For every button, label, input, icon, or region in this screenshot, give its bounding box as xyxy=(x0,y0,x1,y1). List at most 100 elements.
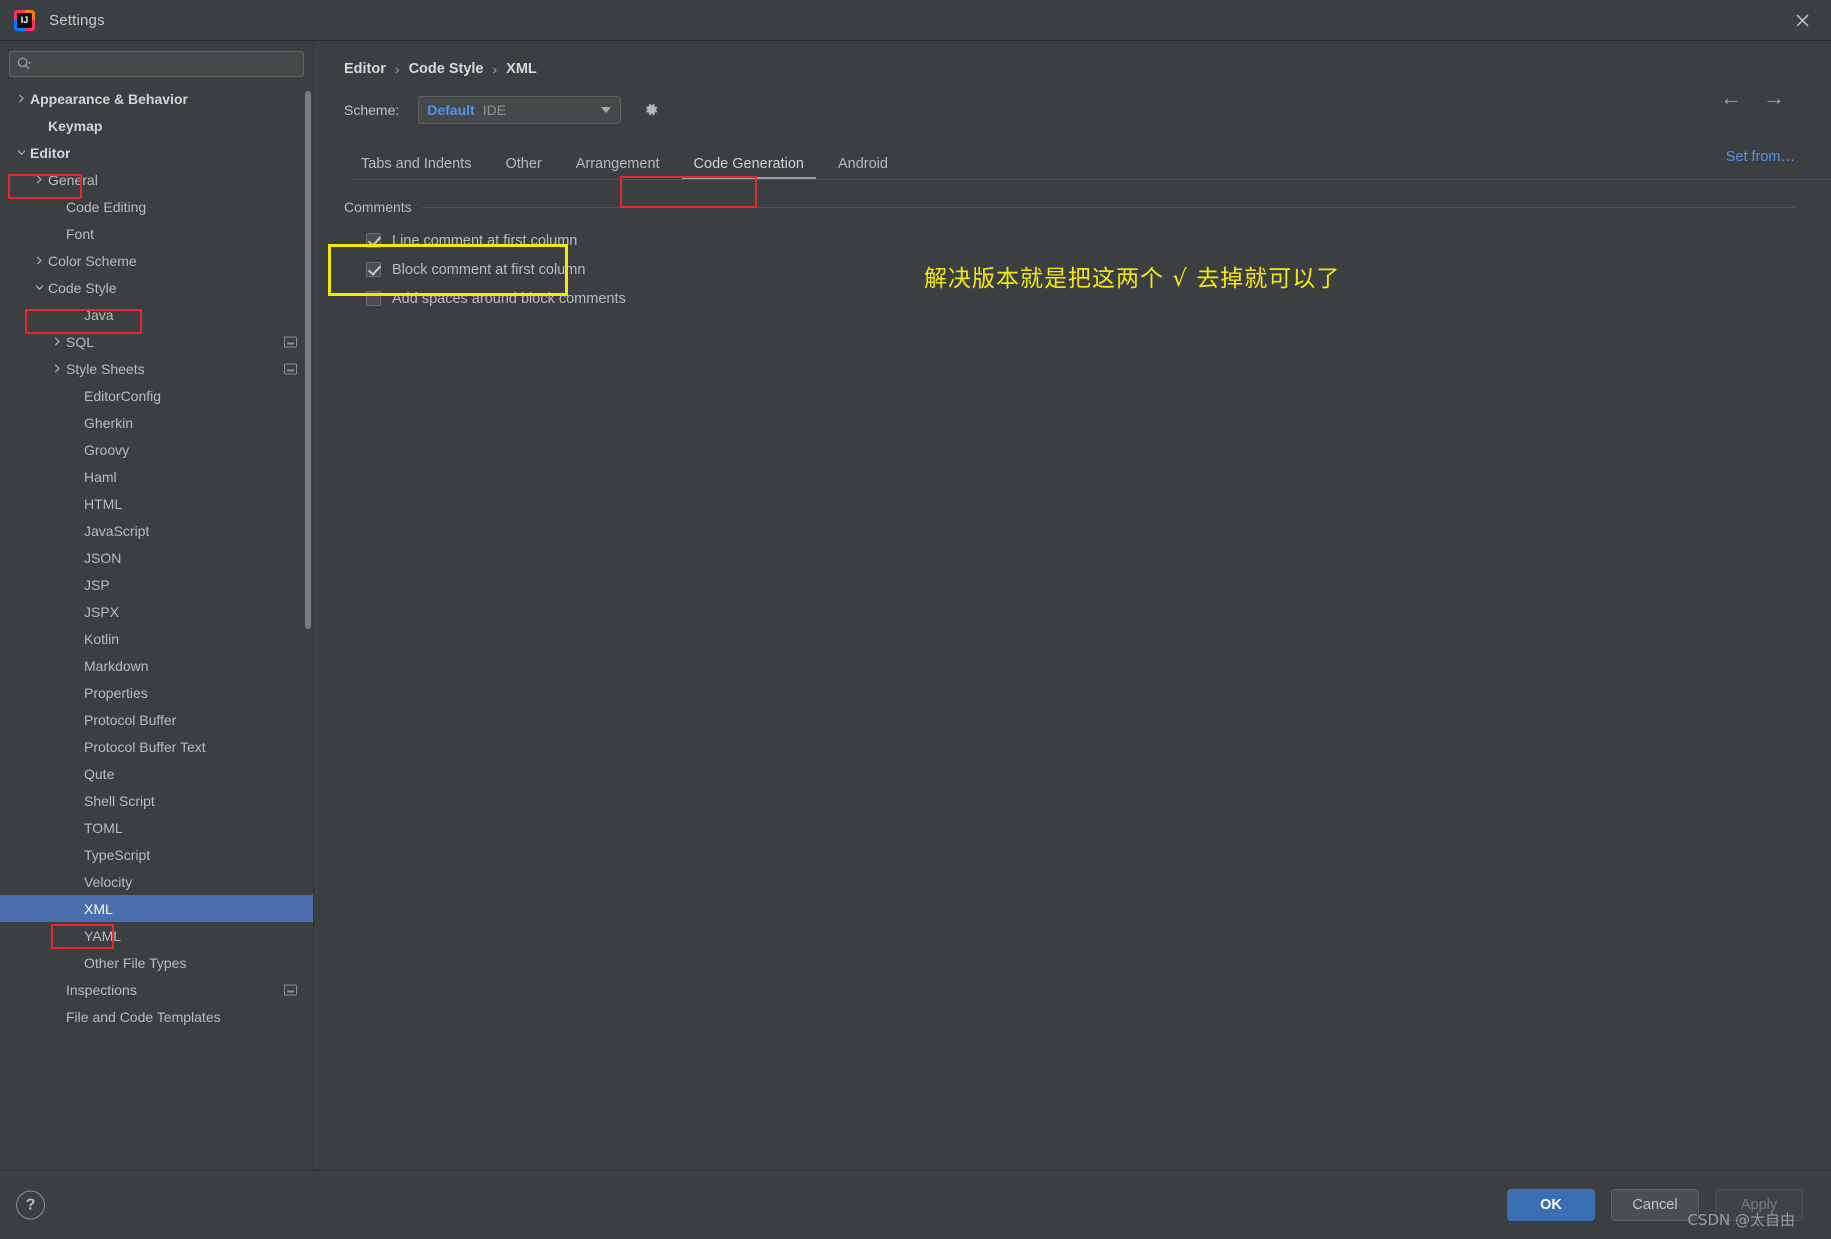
arrow-left-icon[interactable]: ← xyxy=(1720,87,1742,109)
tab-code-generation[interactable]: Code Generation xyxy=(677,156,821,180)
arrow-right-icon[interactable]: → xyxy=(1763,87,1785,109)
checkbox-line-comment-at-first-column[interactable] xyxy=(366,233,381,248)
sidebar-item-label: YAML xyxy=(84,927,122,944)
close-icon[interactable] xyxy=(1791,9,1813,31)
sidebar-item-gherkin[interactable]: Gherkin xyxy=(0,409,313,436)
sidebar-item-label: JSON xyxy=(84,549,122,566)
chevron-down-icon[interactable] xyxy=(30,283,48,292)
breadcrumb-item-code-style[interactable]: Code Style xyxy=(409,61,484,77)
sidebar-item-general[interactable]: General xyxy=(0,166,313,193)
sidebar-item-appearance-behavior[interactable]: Appearance & Behavior xyxy=(0,85,313,112)
sidebar-item-properties[interactable]: Properties xyxy=(0,679,313,706)
sidebar-item-shell-script[interactable]: Shell Script xyxy=(0,787,313,814)
breadcrumb-separator: › xyxy=(492,61,498,77)
sidebar-item-jspx[interactable]: JSPX xyxy=(0,598,313,625)
search-input[interactable] xyxy=(32,56,297,72)
sidebar-item-label: Gherkin xyxy=(84,414,134,431)
sidebar-item-html[interactable]: HTML xyxy=(0,490,313,517)
panel-indicator-icon xyxy=(284,984,297,995)
sidebar-item-label: JSPX xyxy=(84,603,120,620)
sidebar-item-yaml[interactable]: YAML xyxy=(0,922,313,949)
annotation-text: 解决版本就是把这两个 √ 去掉就可以了 xyxy=(924,266,1341,292)
sidebar-item-label: XML xyxy=(84,900,113,917)
question-mark-icon[interactable]: ? xyxy=(16,1190,45,1220)
sidebar-item-inspections[interactable]: Inspections xyxy=(0,976,313,1003)
sidebar-item-typescript[interactable]: TypeScript xyxy=(0,841,313,868)
breadcrumb-item-editor[interactable]: Editor xyxy=(344,61,386,77)
chevron-right-icon[interactable] xyxy=(48,364,66,373)
sidebar-item-other-file-types[interactable]: Other File Types xyxy=(0,949,313,976)
footer-bar: ? OK Cancel Apply CSDN @太自由 xyxy=(0,1170,1831,1239)
tab-android[interactable]: Android xyxy=(821,156,905,180)
checkbox-row[interactable]: Line comment at first column xyxy=(344,226,1831,255)
sidebar-item-xml[interactable]: XML xyxy=(0,895,313,922)
sidebar-item-label: HTML xyxy=(84,495,123,512)
settings-tree[interactable]: Appearance & Behavior Keymap Editor General… xyxy=(0,83,313,1170)
gear-icon[interactable] xyxy=(639,99,661,121)
sidebar-item-label: Keymap xyxy=(48,117,103,134)
sidebar-item-qute[interactable]: Qute xyxy=(0,760,313,787)
sidebar-item-label: EditorConfig xyxy=(84,387,162,404)
sidebar-item-code-editing[interactable]: Code Editing xyxy=(0,193,313,220)
window-body: Appearance & Behavior Keymap Editor General… xyxy=(0,41,1831,1170)
sidebar-item-toml[interactable]: TOML xyxy=(0,814,313,841)
sidebar-item-markdown[interactable]: Markdown xyxy=(0,652,313,679)
sidebar-item-label: Code Style xyxy=(48,279,117,296)
sidebar-item-java[interactable]: Java xyxy=(0,301,313,328)
sidebar-item-style-sheets[interactable]: Style Sheets xyxy=(0,355,313,382)
sidebar-item-label: General xyxy=(48,171,98,188)
sidebar-item-label: Editor xyxy=(30,144,71,161)
sidebar-item-velocity[interactable]: Velocity xyxy=(0,868,313,895)
chevron-down-icon[interactable] xyxy=(12,148,30,157)
chevron-right-icon[interactable] xyxy=(30,175,48,184)
tab-label: Other xyxy=(505,156,542,172)
sidebar-item-javascript[interactable]: JavaScript xyxy=(0,517,313,544)
sidebar-item-groovy[interactable]: Groovy xyxy=(0,436,313,463)
ok-button[interactable]: OK xyxy=(1507,1189,1595,1221)
sidebar-item-label: Velocity xyxy=(84,873,133,890)
checkbox-add-spaces-around-block-comments[interactable] xyxy=(366,291,381,306)
cancel-button[interactable]: Cancel xyxy=(1611,1189,1699,1221)
tab-other[interactable]: Other xyxy=(488,156,558,180)
sidebar-item-code-style[interactable]: Code Style xyxy=(0,274,313,301)
sidebar-item-jsp[interactable]: JSP xyxy=(0,571,313,598)
navigation-arrows: ← → xyxy=(1720,87,1785,109)
sidebar-item-kotlin[interactable]: Kotlin xyxy=(0,625,313,652)
sidebar-item-haml[interactable]: Haml xyxy=(0,463,313,490)
sidebar-item-label: Haml xyxy=(84,468,117,485)
search-box[interactable] xyxy=(9,51,304,77)
sidebar-item-color-scheme[interactable]: Color Scheme xyxy=(0,247,313,274)
scheme-label: Scheme: xyxy=(344,101,400,118)
chevron-right-icon[interactable] xyxy=(12,94,30,103)
tab-label: Android xyxy=(837,156,888,172)
sidebar-item-label: Qute xyxy=(84,765,115,782)
sidebar-item-keymap[interactable]: Keymap xyxy=(0,112,313,139)
sidebar-item-editor[interactable]: Editor xyxy=(0,139,313,166)
sidebar-item-label: Java xyxy=(84,306,114,323)
settings-sidebar: Appearance & Behavior Keymap Editor General… xyxy=(0,41,314,1170)
sidebar-item-protocol-buffer[interactable]: Protocol Buffer xyxy=(0,706,313,733)
apply-button: Apply xyxy=(1715,1189,1803,1221)
title-bar: IJ Settings xyxy=(0,0,1831,41)
tab-tabs-and-indents[interactable]: Tabs and Indents xyxy=(344,156,488,180)
sidebar-item-editorconfig[interactable]: EditorConfig xyxy=(0,382,313,409)
sidebar-item-font[interactable]: Font xyxy=(0,220,313,247)
checkbox-block-comment-at-first-column[interactable] xyxy=(366,262,381,277)
sidebar-item-sql[interactable]: SQL xyxy=(0,328,313,355)
breadcrumb: Editor › Code Style › XML xyxy=(344,41,1831,81)
sidebar-item-label: SQL xyxy=(66,333,95,350)
tab-arrangement[interactable]: Arrangement xyxy=(559,156,677,180)
sidebar-item-file-and-code-templates[interactable]: File and Code Templates xyxy=(0,1003,313,1030)
sidebar-item-protocol-buffer-text[interactable]: Protocol Buffer Text xyxy=(0,733,313,760)
sidebar-item-label: Other File Types xyxy=(84,954,187,971)
chevron-right-icon[interactable] xyxy=(48,337,66,346)
sidebar-item-label: JavaScript xyxy=(84,522,150,539)
chevron-right-icon[interactable] xyxy=(30,256,48,265)
scheme-dropdown[interactable]: Default IDE xyxy=(418,95,622,124)
sidebar-item-label: Shell Script xyxy=(84,792,155,809)
window-title: Settings xyxy=(49,11,105,29)
sidebar-item-json[interactable]: JSON xyxy=(0,544,313,571)
panel-indicator-icon xyxy=(284,363,297,374)
tabs-underline xyxy=(353,179,1831,180)
sidebar-item-label: TOML xyxy=(84,819,123,836)
